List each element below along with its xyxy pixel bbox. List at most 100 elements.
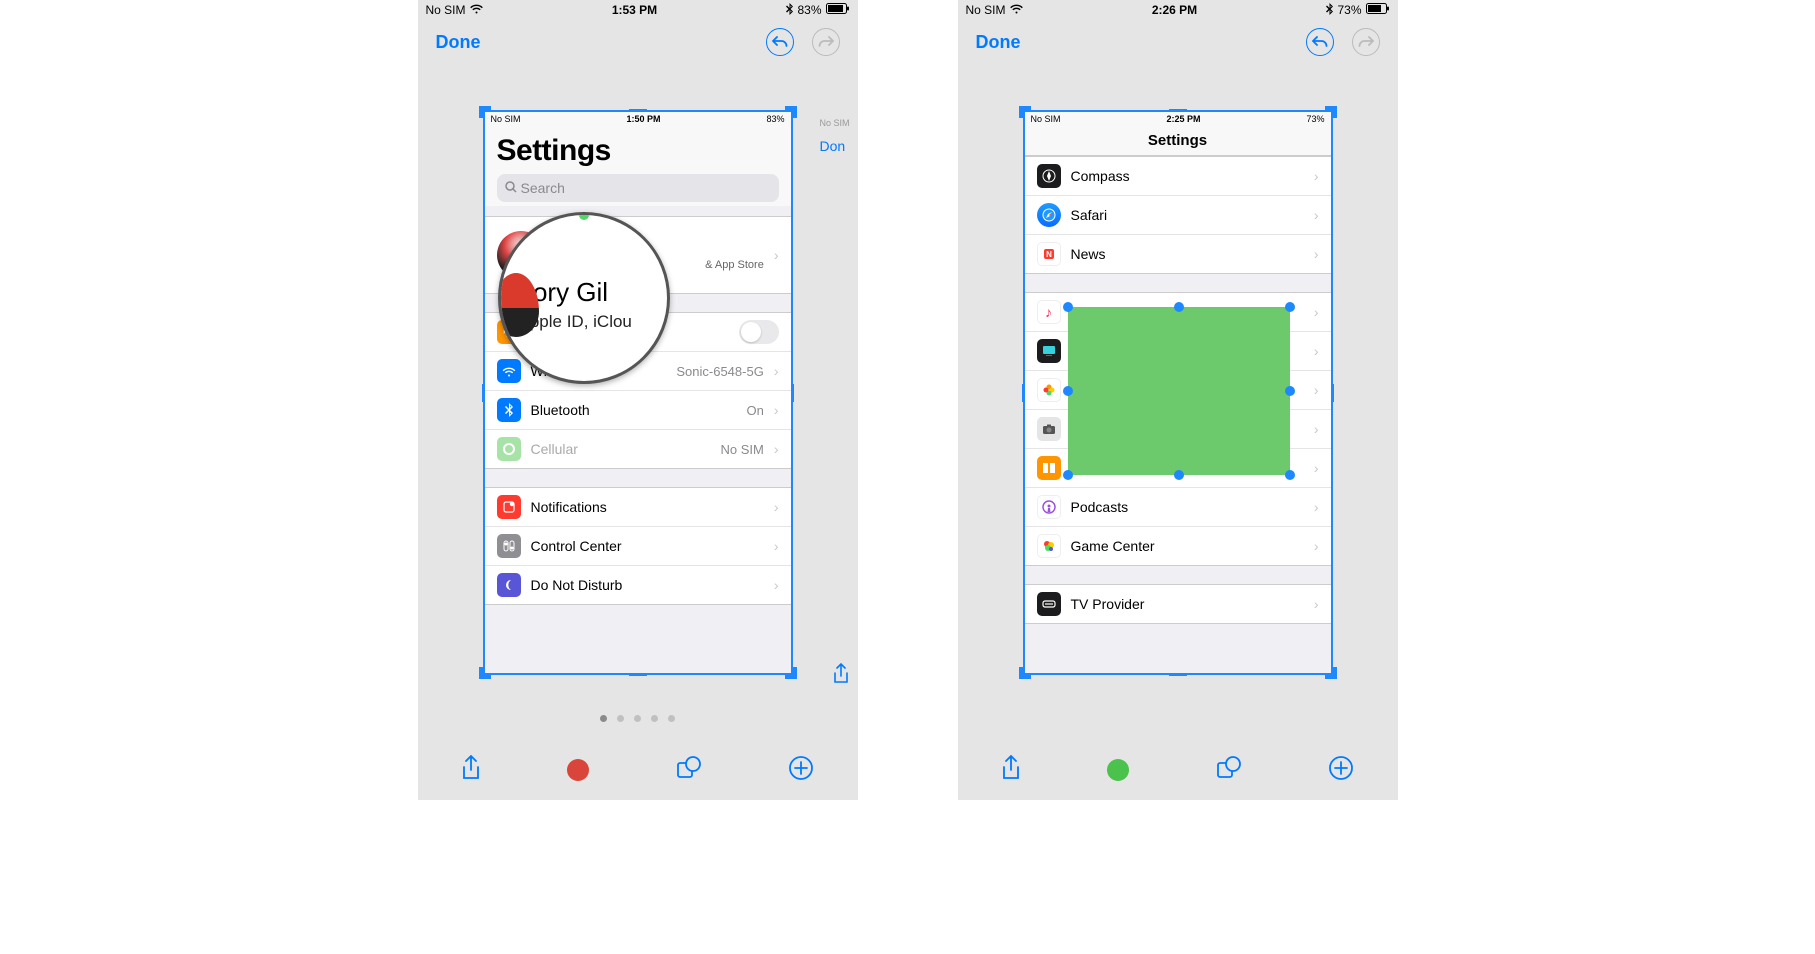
- chevron-icon: ›: [1314, 246, 1319, 262]
- markup-nav-bar: Done: [958, 20, 1398, 64]
- share-button[interactable]: [461, 755, 481, 786]
- control-center-icon: [497, 534, 521, 558]
- chevron-icon: ›: [1314, 460, 1319, 476]
- battery-icon: [826, 3, 850, 17]
- add-button[interactable]: [1328, 755, 1354, 786]
- tv-provider-row[interactable]: TV Provider ›: [1025, 585, 1331, 623]
- safari-label: Safari: [1071, 207, 1304, 223]
- safari-icon: [1037, 203, 1061, 227]
- color-picker-button[interactable]: [567, 759, 589, 781]
- selection-handle-bottom[interactable]: [637, 365, 647, 375]
- outer-status-bar: No SIM 1:53 PM 83%: [418, 0, 858, 20]
- redo-button: [812, 28, 840, 56]
- notifications-icon: [497, 495, 521, 519]
- page-dot: [617, 715, 624, 722]
- settings-header: Settings Search: [485, 126, 791, 206]
- ghost-done: Don: [820, 138, 858, 154]
- battery-label: 83%: [797, 3, 821, 17]
- rectangle-annotation[interactable]: [1068, 307, 1290, 475]
- undo-button[interactable]: [766, 28, 794, 56]
- cellular-row[interactable]: Cellular No SIM ›: [485, 430, 791, 468]
- podcasts-row[interactable]: Podcasts ›: [1025, 488, 1331, 527]
- shape-handle[interactable]: [1174, 470, 1184, 480]
- page-dot: [600, 715, 607, 722]
- shape-handle[interactable]: [1063, 470, 1073, 480]
- bluetooth-icon: [786, 3, 793, 18]
- apps-section-a: Compass › Safari › N News: [1025, 156, 1331, 274]
- shape-handle[interactable]: [1174, 302, 1184, 312]
- right-phone: No SIM 2:26 PM 73% Done: [958, 0, 1398, 800]
- search-field[interactable]: Search: [497, 174, 779, 202]
- chevron-icon: ›: [1314, 343, 1319, 359]
- wifi-value: Sonic-6548-5G: [676, 364, 763, 379]
- chevron-icon: ›: [774, 499, 779, 515]
- news-icon: N: [1037, 242, 1061, 266]
- done-button[interactable]: Done: [976, 32, 1021, 53]
- outer-time: 2:26 PM: [1152, 3, 1197, 17]
- news-label: News: [1071, 246, 1304, 262]
- dnd-icon: [497, 573, 521, 597]
- outer-status-bar: No SIM 2:26 PM 73%: [958, 0, 1398, 20]
- svg-text:N: N: [1046, 250, 1052, 259]
- add-button[interactable]: [788, 755, 814, 786]
- notifications-label: Notifications: [531, 499, 764, 515]
- inner-time: 1:50 PM: [626, 114, 660, 124]
- game-center-row[interactable]: Game Center ›: [1025, 527, 1331, 565]
- shape-tool-button[interactable]: [1216, 755, 1242, 786]
- carrier-label: No SIM: [426, 3, 466, 17]
- markup-toolbar: [958, 740, 1398, 800]
- canvas-area[interactable]: No SIM Don No SIM 1:50 PM 83% Settings: [418, 110, 858, 700]
- chevron-icon: ›: [1314, 596, 1319, 612]
- done-button[interactable]: Done: [436, 32, 481, 53]
- inner-status-bar: No SIM 2:25 PM 73%: [1025, 112, 1331, 126]
- notifications-row[interactable]: Notifications ›: [485, 488, 791, 527]
- compass-row[interactable]: Compass ›: [1025, 157, 1331, 196]
- shape-handle[interactable]: [1285, 470, 1295, 480]
- canvas-area[interactable]: No SIM 2:25 PM 73% Settings Compass ›: [958, 110, 1398, 700]
- safari-row[interactable]: Safari ›: [1025, 196, 1331, 235]
- tv-provider-label: TV Provider: [1071, 596, 1304, 612]
- share-button[interactable]: [1001, 755, 1021, 786]
- left-phone: No SIM 1:53 PM 83% Done: [418, 0, 858, 800]
- shape-tool-button[interactable]: [676, 755, 702, 786]
- shape-handle[interactable]: [1063, 302, 1073, 312]
- magnifier-annotation[interactable]: Lory Gil Apple ID, iClou: [498, 212, 670, 384]
- inner-battery: 73%: [1306, 114, 1324, 124]
- markup-nav-bar: Done: [418, 20, 858, 64]
- photos-icon: [1037, 378, 1061, 402]
- color-picker-button[interactable]: [1107, 759, 1129, 781]
- chevron-icon: ›: [774, 247, 779, 263]
- compass-label: Compass: [1071, 168, 1304, 184]
- dnd-row[interactable]: Do Not Disturb ›: [485, 566, 791, 604]
- redo-button: [1352, 28, 1380, 56]
- general-section: Notifications › Control Center ›: [485, 487, 791, 605]
- inner-screenshot: No SIM 2:25 PM 73% Settings Compass ›: [1025, 112, 1331, 673]
- undo-button[interactable]: [1306, 28, 1334, 56]
- control-center-label: Control Center: [531, 538, 764, 554]
- music-icon: ♪: [1037, 300, 1061, 324]
- inner-carrier: No SIM: [491, 114, 521, 124]
- wifi-icon: [1010, 3, 1023, 17]
- airplane-toggle[interactable]: [739, 320, 779, 344]
- shape-handle[interactable]: [1063, 386, 1073, 396]
- shape-handle[interactable]: [1285, 302, 1295, 312]
- chevron-icon: ›: [1314, 421, 1319, 437]
- battery-icon: [1366, 3, 1390, 17]
- tv-provider-icon: [1037, 592, 1061, 616]
- bluetooth-row[interactable]: Bluetooth On ›: [485, 391, 791, 430]
- cellular-icon: [497, 437, 521, 461]
- search-icon: [505, 180, 517, 196]
- mini-share-icon[interactable]: [832, 663, 850, 690]
- chevron-icon: ›: [774, 441, 779, 457]
- shape-handle[interactable]: [1285, 386, 1295, 396]
- control-center-row[interactable]: Control Center ›: [485, 527, 791, 566]
- bluetooth-value: On: [746, 403, 763, 418]
- selection-handle-top[interactable]: [579, 212, 589, 220]
- crop-frame[interactable]: No SIM 1:50 PM 83% Settings Search: [483, 110, 793, 675]
- outer-time: 1:53 PM: [612, 3, 657, 17]
- carrier-label: No SIM: [966, 3, 1006, 17]
- cellular-label: Cellular: [531, 441, 711, 457]
- inner-battery: 83%: [766, 114, 784, 124]
- news-row[interactable]: N News ›: [1025, 235, 1331, 273]
- crop-frame[interactable]: No SIM 2:25 PM 73% Settings Compass ›: [1023, 110, 1333, 675]
